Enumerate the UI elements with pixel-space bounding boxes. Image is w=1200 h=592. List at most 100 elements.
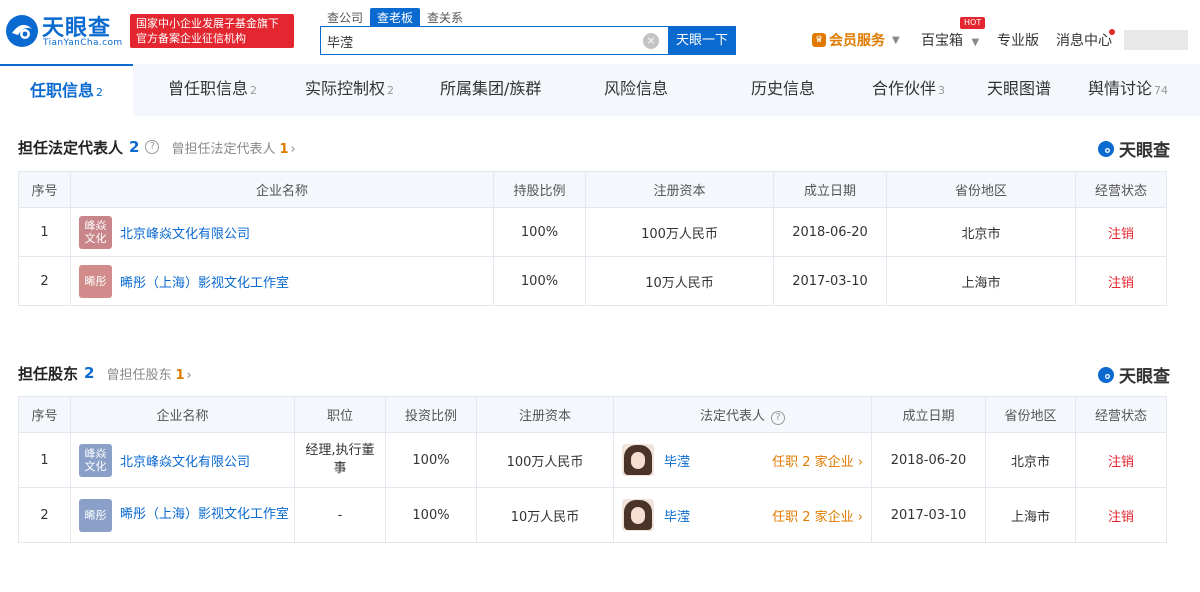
tab-actual-control[interactable]: 实际控制权 2 [305, 64, 394, 116]
search-tab-boss[interactable]: 查老板 [370, 8, 421, 26]
table-row: 1 峰焱 文化 北京峰焱文化有限公司 100% 100万人民币 2018-06-… [18, 207, 1167, 257]
share-ratio: 100% [493, 207, 586, 257]
tab-label: 实际控制权 [305, 79, 386, 98]
former-legal-rep-link[interactable]: 曾担任法定代表人 1 › [171, 138, 295, 157]
region: 上海市 [886, 256, 1076, 306]
tab-count: 2 [96, 86, 104, 99]
tianyancha-logo-icon [1098, 366, 1114, 383]
company-link[interactable]: 晞彤（上海）影视文化工作室 [120, 506, 289, 524]
shareholder-table: 序号 企业名称 职位 投资比例 注册资本 法定代表人? 成立日期 省份地区 经营… [18, 396, 1167, 543]
tab-label: 任职信息 [30, 81, 95, 100]
tab-label: 天眼图谱 [987, 79, 1052, 98]
person-link[interactable]: 毕滢 [664, 506, 690, 525]
gov-badge-line1: 国家中小企业发展子基金旗下 [136, 17, 279, 30]
table-header-row: 序号 企业名称 职位 投资比例 注册资本 法定代表人? 成立日期 省份地区 经营… [18, 396, 1167, 433]
former-label: 曾担任法定代表人 [171, 141, 276, 157]
tab-count: 3 [938, 84, 946, 97]
former-shareholder-link[interactable]: 曾担任股东 1 › [106, 364, 191, 383]
company-logo[interactable]: 晞彤 [79, 264, 112, 298]
person-link[interactable]: 毕滢 [664, 451, 690, 470]
logo-subtitle: TianYanCha.com [43, 38, 123, 48]
company-link[interactable]: 晞彤（上海）影视文化工作室 [120, 272, 289, 291]
search-tab-company[interactable]: 查公司 [320, 8, 370, 26]
col-header-region: 省份地区 [886, 171, 1076, 208]
tab-public-opinion[interactable]: 舆情讨论 74 [1088, 64, 1168, 116]
company-logo[interactable]: 峰焱 文化 [79, 215, 112, 249]
tab-count: 2 [387, 84, 395, 97]
help-icon[interactable]: ? [145, 140, 160, 154]
treasure-box-menu[interactable]: 百宝箱 ▼ [921, 30, 979, 50]
legal-rep-section-header: 担任法定代表人 2 ? 曾担任法定代表人 1 › [18, 135, 296, 159]
shareholder-section-header: 担任股东 2 曾担任股东 1 › [18, 361, 192, 385]
search-button[interactable]: 天眼一下 [668, 26, 736, 55]
registered-capital: 10万人民币 [585, 256, 774, 306]
chevron-down-icon: ▼ [971, 37, 980, 48]
share-ratio: 100% [493, 256, 586, 306]
col-header-legal-rep-label: 法定代表人 [699, 408, 765, 424]
table-row: 2 晞彤 晞彤（上海）影视文化工作室 100% 10万人民币 2017-03-1… [18, 256, 1167, 306]
tianyancha-logo-icon [1098, 140, 1114, 157]
clear-icon[interactable]: × [643, 33, 659, 49]
investment-ratio: 100% [385, 432, 477, 488]
top-header: 天眼查 TianYanCha.com 国家中小企业发展子基金旗下 官方备案企业征… [0, 0, 1200, 64]
tab-current-positions[interactable]: 任职信息 2 [0, 64, 134, 116]
tianyancha-logo-icon[interactable] [4, 13, 40, 49]
main-tabs: 任职信息 2 曾任职信息 2 实际控制权 2 所属集团/族群 风险信息 历史信息 合作… [0, 64, 1200, 116]
position: 经理,执行董事 [294, 432, 386, 488]
table-row: 2 晞彤 晞彤（上海）影视文化工作室 - 100% 10万人民币 毕滢 任职 2… [18, 487, 1167, 543]
company-link[interactable]: 北京峰焱文化有限公司 [120, 223, 250, 242]
crown-icon: ♛ [812, 33, 826, 47]
chevron-right-icon: › [186, 367, 192, 383]
chevron-right-icon: › [857, 509, 863, 525]
company-logo[interactable]: 晞彤 [79, 498, 112, 532]
help-icon[interactable]: ? [771, 410, 785, 425]
status-badge: 注销 [1075, 432, 1167, 488]
person-positions-link[interactable]: 任职 2 家企业 › [772, 451, 863, 470]
tab-partners[interactable]: 合作伙伴 3 [872, 64, 945, 116]
tab-graph[interactable]: 天眼图谱 [987, 64, 1051, 116]
region: 北京市 [985, 432, 1076, 488]
brand-text: 天眼查 [1119, 367, 1170, 387]
search-tab-relation[interactable]: 查关系 [420, 8, 470, 26]
tab-history[interactable]: 历史信息 [751, 64, 815, 116]
row-no: 1 [18, 432, 71, 488]
col-header-capital: 注册资本 [585, 171, 774, 208]
tab-group[interactable]: 所属集团/族群 [440, 64, 541, 116]
investment-ratio: 100% [385, 487, 477, 543]
company-link[interactable]: 北京峰焱文化有限公司 [120, 451, 250, 470]
company-cell: 峰焱 文化 北京峰焱文化有限公司 [70, 207, 494, 257]
treasure-label: 百宝箱 [921, 33, 963, 49]
status-badge: 注销 [1075, 487, 1167, 543]
founded-date: 2018-06-20 [773, 207, 887, 257]
tab-count: 74 [1154, 84, 1169, 97]
legal-rep-cell: 毕滢 任职 2 家企业 › [613, 432, 872, 488]
row-no: 2 [18, 256, 71, 306]
person-avatar[interactable] [622, 444, 654, 476]
col-header-company: 企业名称 [70, 171, 494, 208]
company-logo[interactable]: 峰焱 文化 [79, 443, 112, 477]
gov-badge: 国家中小企业发展子基金旗下 官方备案企业征信机构 [130, 14, 294, 48]
tab-former-positions[interactable]: 曾任职信息 2 [168, 64, 257, 116]
pro-version-link[interactable]: 专业版 [997, 30, 1039, 50]
chevron-right-icon: › [857, 454, 863, 470]
position: - [294, 487, 386, 543]
table-row: 1 峰焱 文化 北京峰焱文化有限公司 经理,执行董事 100% 100万人民币 … [18, 432, 1167, 488]
person-avatar[interactable] [622, 499, 654, 531]
tab-risk[interactable]: 风险信息 [604, 64, 668, 116]
search-input[interactable] [327, 31, 627, 51]
message-center-link[interactable]: 消息中心 [1056, 30, 1112, 50]
status-badge: 注销 [1075, 256, 1167, 306]
col-header-share: 持股比例 [493, 171, 586, 208]
col-header-date: 成立日期 [773, 171, 887, 208]
vip-service-menu[interactable]: ♛ 会员服务 ▼ [812, 30, 900, 50]
tab-label: 合作伙伴 [872, 79, 937, 98]
region: 上海市 [985, 487, 1076, 543]
user-avatar[interactable] [1124, 30, 1188, 50]
registered-capital: 100万人民币 [585, 207, 774, 257]
col-header-status: 经营状态 [1075, 171, 1167, 208]
registered-capital: 100万人民币 [476, 432, 614, 488]
vip-label: 会员服务 [829, 33, 885, 49]
row-no: 1 [18, 207, 71, 257]
person-positions-link[interactable]: 任职 2 家企业 › [772, 506, 863, 525]
col-header-position: 职位 [294, 396, 386, 433]
